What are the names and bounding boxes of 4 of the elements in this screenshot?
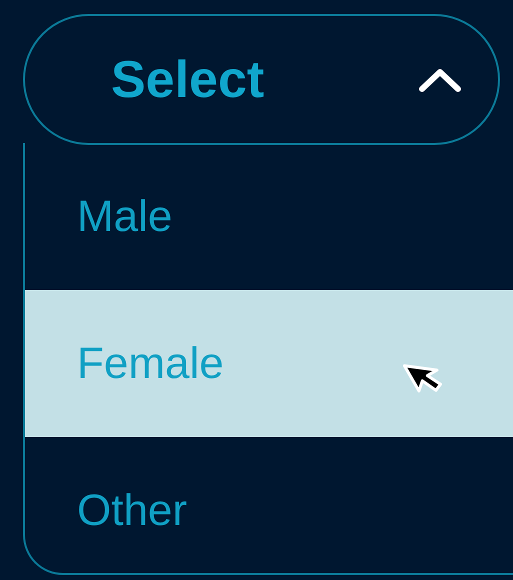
chevron-up-icon <box>418 66 462 92</box>
dropdown-option[interactable]: Male <box>25 143 513 290</box>
dropdown-option[interactable]: Other <box>25 437 513 573</box>
select-button[interactable]: Select <box>23 14 500 145</box>
